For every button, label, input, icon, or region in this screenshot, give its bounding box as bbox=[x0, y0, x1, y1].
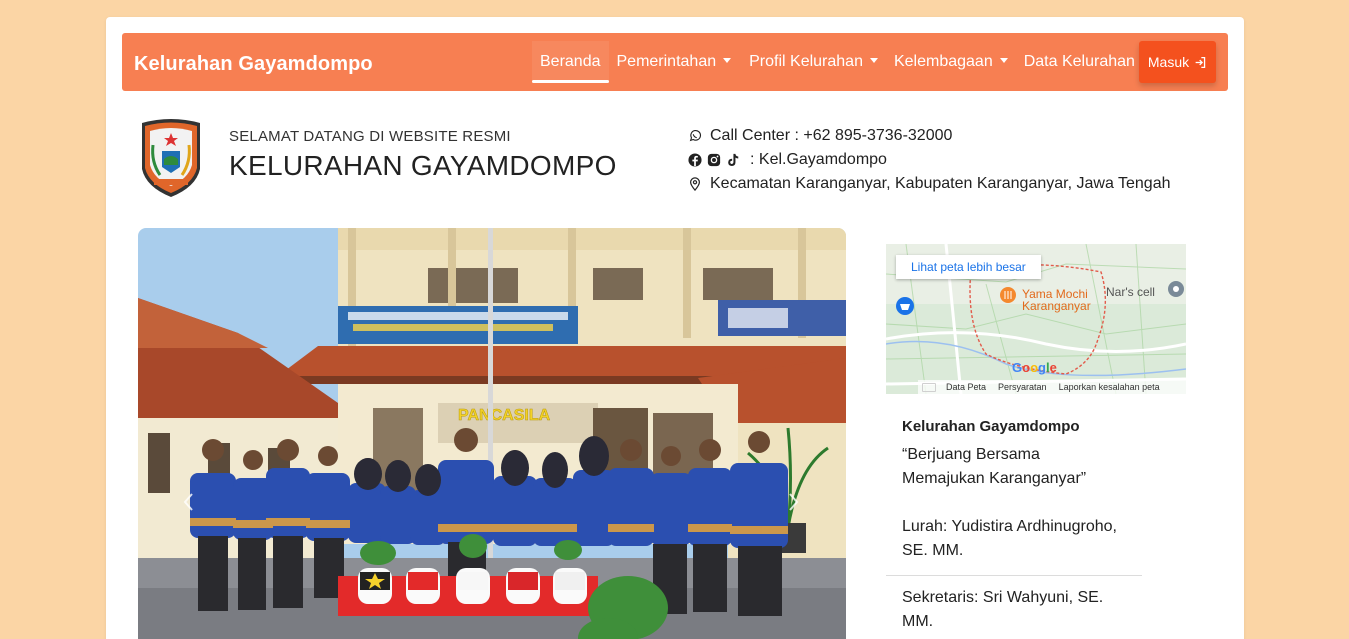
map-terms-link[interactable]: Persyaratan bbox=[998, 382, 1047, 392]
address-text: Kecamatan Karanganyar, Kabupaten Karanga… bbox=[710, 175, 1171, 192]
map-place-label-2: Karanganyar bbox=[1022, 299, 1091, 313]
nav-item-pemerintahan[interactable]: Pemerintahan bbox=[609, 41, 740, 83]
page-title: KELURAHAN GAYAMDOMPO bbox=[229, 150, 617, 181]
map-footer: Data Peta Persyaratan Laporkan kesalahan… bbox=[918, 380, 1186, 394]
info-sekretaris: Sekretaris: Sri Wahyuni, SE. MM. bbox=[886, 575, 1142, 639]
carousel-prev-icon[interactable] bbox=[180, 490, 198, 514]
info-title: Kelurahan Gayamdompo bbox=[902, 418, 1080, 435]
caret-down-icon bbox=[869, 58, 878, 64]
nav-item-data-kelurahan[interactable]: Data Kelurahan bbox=[1016, 41, 1143, 83]
social-handle: : Kel.Gayamdompo bbox=[750, 151, 887, 168]
info-lurah: Lurah: Yudistira Ardhinugroho, SE. MM. bbox=[902, 518, 1117, 559]
map-pin-icon bbox=[688, 177, 702, 191]
pancasila-letters: PANCASILA bbox=[458, 407, 551, 424]
login-button[interactable]: Masuk bbox=[1139, 41, 1216, 83]
kabupaten-logo bbox=[136, 117, 206, 199]
social-media: : Kel.Gayamdompo bbox=[688, 151, 887, 169]
info-list: Kelurahan Gayamdompo “Berjuang Bersama M… bbox=[886, 409, 1142, 639]
caret-down-icon bbox=[723, 58, 732, 64]
tiktok-icon[interactable] bbox=[726, 153, 740, 167]
nav-label: Beranda bbox=[540, 53, 601, 70]
map-place-label-3: Nar's cell bbox=[1106, 285, 1155, 299]
main-card: Kelurahan Gayamdompo Beranda Pemerintaha… bbox=[106, 17, 1244, 639]
nav-item-profil-kelurahan[interactable]: Profil Kelurahan bbox=[741, 41, 886, 83]
info-motto: “Berjuang Bersama Memajukan Karanganyar” bbox=[902, 446, 1087, 487]
carousel-next-icon[interactable] bbox=[784, 490, 802, 514]
nav-label: Profil Kelurahan bbox=[749, 53, 863, 70]
login-icon bbox=[1195, 56, 1206, 68]
embedded-map[interactable]: Yama Mochi Karanganyar Nar's cell Google… bbox=[886, 244, 1186, 394]
nav-label: Kelembagaan bbox=[893, 53, 993, 70]
map-data-link[interactable]: Data Peta bbox=[946, 382, 986, 392]
nav-label: Data Kelurahan bbox=[1023, 53, 1135, 70]
instagram-icon[interactable] bbox=[707, 153, 721, 167]
navbar-brand[interactable]: Kelurahan Gayamdompo bbox=[134, 53, 373, 76]
navbar: Kelurahan Gayamdompo Beranda Pemerintaha… bbox=[122, 33, 1228, 91]
hero-carousel[interactable]: PANCASILA bbox=[138, 228, 846, 639]
call-center-text: Call Center : +62 895-3736-32000 bbox=[710, 127, 953, 144]
login-label: Masuk bbox=[1147, 54, 1190, 70]
address: Kecamatan Karanganyar, Kabupaten Karanga… bbox=[688, 175, 1170, 193]
nav-item-kelembagaan[interactable]: Kelembagaan bbox=[886, 41, 1016, 83]
map-report-link[interactable]: Laporkan kesalahan peta bbox=[1059, 382, 1160, 392]
group-photo: PANCASILA bbox=[138, 228, 846, 639]
facebook-icon[interactable] bbox=[688, 153, 702, 167]
nav-item-beranda[interactable]: Beranda bbox=[532, 41, 609, 83]
nav-menu: Beranda Pemerintahan Profil Kelurahan Ke… bbox=[532, 33, 1143, 91]
google-logo: Google bbox=[1012, 360, 1057, 375]
call-center: Call Center : +62 895-3736-32000 bbox=[688, 127, 952, 145]
view-larger-map-link[interactable]: Lihat peta lebih besar bbox=[896, 255, 1041, 279]
whatsapp-icon bbox=[688, 129, 702, 143]
welcome-text: SELAMAT DATANG DI WEBSITE RESMI bbox=[229, 128, 511, 145]
nav-label: Pemerintahan bbox=[616, 53, 717, 70]
caret-down-icon bbox=[999, 58, 1008, 64]
